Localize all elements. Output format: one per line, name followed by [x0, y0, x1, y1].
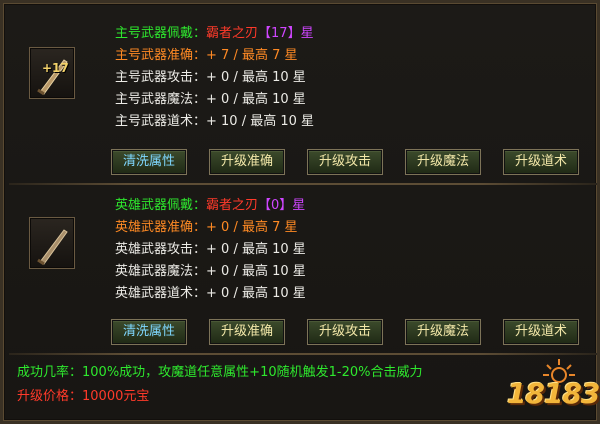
hero-taoism-label: 英雄武器道术： — [115, 286, 207, 301]
main-magic-row: 主号武器魔法：+ 0 / 最高 10 星 — [115, 89, 314, 111]
main-attack-label: 主号武器攻击： — [115, 70, 207, 85]
hero-taoism-value: + 0 / 最高 10 星 — [206, 286, 306, 301]
main-magic-value: + 0 / 最高 10 星 — [206, 92, 306, 107]
hero-upgrade-magic-button[interactable]: 升级魔法 — [405, 319, 481, 345]
footer-divider — [9, 353, 597, 355]
main-taoism-value: + 10 / 最高 10 星 — [206, 114, 315, 129]
success-rate-label: 成功几率： — [17, 365, 83, 380]
success-rate-row: 成功几率：100%成功，攻魔道任意属性+10随机触发1-20%合击威力 — [17, 361, 422, 385]
main-accuracy-value: + 7 / 最高 7 星 — [206, 48, 298, 63]
hero-upgrade-taoism-button[interactable]: 升级道术 — [503, 319, 579, 345]
main-attack-value: + 0 / 最高 10 星 — [206, 70, 306, 85]
main-wash-attributes-button[interactable]: 清洗属性 — [111, 149, 187, 175]
sword-icon — [37, 229, 68, 266]
hero-attack-value: + 0 / 最高 10 星 — [206, 242, 306, 257]
main-upgrade-attack-button[interactable]: 升级攻击 — [307, 149, 383, 175]
hero-equip-row: 英雄武器佩戴：霸者之刃【0】星 — [115, 195, 306, 217]
hero-accuracy-row: 英雄武器准确：+ 0 / 最高 7 星 — [115, 217, 306, 239]
hero-attack-row: 英雄武器攻击：+ 0 / 最高 10 星 — [115, 239, 306, 261]
main-upgrade-taoism-button[interactable]: 升级道术 — [503, 149, 579, 175]
section-divider — [9, 183, 597, 185]
logo-text: 18183 — [507, 377, 600, 410]
hero-taoism-row: 英雄武器道术：+ 0 / 最高 10 星 — [115, 283, 306, 305]
hero-equip-name: 霸者之刃 — [206, 198, 259, 213]
site-logo: 18183 — [501, 357, 600, 413]
main-equip-label: 主号武器佩戴： — [115, 26, 207, 41]
main-upgrade-magic-button[interactable]: 升级魔法 — [405, 149, 481, 175]
main-magic-label: 主号武器魔法： — [115, 92, 207, 107]
upgrade-price-row: 升级价格：10000元宝 — [17, 385, 422, 409]
main-taoism-label: 主号武器道术： — [115, 114, 207, 129]
main-equip-stars: 【17】星 — [258, 26, 314, 41]
main-equip-row: 主号武器佩戴：霸者之刃【17】星 — [115, 23, 314, 45]
main-weapon-level: +17 — [42, 61, 69, 75]
main-accuracy-label: 主号武器准确： — [115, 48, 207, 63]
main-weapon-slot[interactable]: +17 — [29, 47, 75, 99]
hero-weapon-slot[interactable] — [29, 217, 75, 269]
hero-wash-attributes-button[interactable]: 清洗属性 — [111, 319, 187, 345]
weapon-upgrade-panel: +17 主号武器佩戴：霸者之刃【17】星 主号武器准确：+ 7 / 最高 7 星… — [0, 0, 600, 424]
main-attack-row: 主号武器攻击：+ 0 / 最高 10 星 — [115, 67, 314, 89]
main-weapon-stats: 主号武器佩戴：霸者之刃【17】星 主号武器准确：+ 7 / 最高 7 星 主号武… — [115, 23, 314, 133]
hero-magic-row: 英雄武器魔法：+ 0 / 最高 10 星 — [115, 261, 306, 283]
hero-upgrade-attack-button[interactable]: 升级攻击 — [307, 319, 383, 345]
main-equip-name: 霸者之刃 — [206, 26, 259, 41]
main-accuracy-row: 主号武器准确：+ 7 / 最高 7 星 — [115, 45, 314, 67]
hero-attack-label: 英雄武器攻击： — [115, 242, 207, 257]
hero-weapon-stats: 英雄武器佩戴：霸者之刃【0】星 英雄武器准确：+ 0 / 最高 7 星 英雄武器… — [115, 195, 306, 305]
hero-magic-label: 英雄武器魔法： — [115, 264, 207, 279]
hero-accuracy-label: 英雄武器准确： — [115, 220, 207, 235]
hero-equip-stars: 【0】星 — [258, 198, 306, 213]
hero-upgrade-accuracy-button[interactable]: 升级准确 — [209, 319, 285, 345]
upgrade-price-label: 升级价格： — [17, 389, 83, 404]
main-taoism-row: 主号武器道术：+ 10 / 最高 10 星 — [115, 111, 314, 133]
upgrade-info: 成功几率：100%成功，攻魔道任意属性+10随机触发1-20%合击威力 升级价格… — [17, 361, 422, 409]
hero-accuracy-value: + 0 / 最高 7 星 — [206, 220, 298, 235]
hero-equip-label: 英雄武器佩戴： — [115, 198, 207, 213]
success-rate-value: 100%成功，攻魔道任意属性+10随机触发1-20%合击威力 — [82, 365, 423, 380]
upgrade-price-value: 10000元宝 — [82, 389, 150, 404]
hero-magic-value: + 0 / 最高 10 星 — [206, 264, 306, 279]
main-upgrade-accuracy-button[interactable]: 升级准确 — [209, 149, 285, 175]
